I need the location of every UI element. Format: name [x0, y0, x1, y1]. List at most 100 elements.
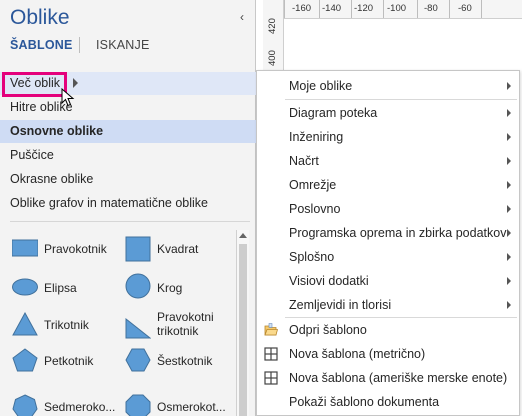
menu-item-label: Diagram poteka	[289, 106, 378, 120]
ruler-mark	[449, 0, 450, 18]
stencil-label: Oblike grafov in matematične oblike	[10, 196, 209, 210]
shape-label: Krog	[157, 281, 183, 295]
shape-label: Sedmeroko...	[44, 400, 116, 414]
ruler-mark	[319, 0, 320, 18]
menu-item-engineering[interactable]: Inženiring	[257, 125, 519, 149]
menu-item-label: Pokaži šablono dokumenta	[289, 395, 440, 409]
stencil-quick-shapes[interactable]: Hitre oblike	[0, 96, 256, 119]
horizontal-ruler: -160 -140 -120 -100 -80 -60	[284, 0, 522, 19]
stencil-label: Osnovne oblike	[10, 124, 104, 138]
submenu-arrow-icon	[507, 181, 511, 189]
shape-label: Pravokotnik	[44, 242, 107, 256]
menu-item-label: Poslovno	[289, 202, 341, 216]
menu-item-new-stencil-us[interactable]: Nova šablona (ameriške merske enote)	[257, 366, 519, 390]
ellipse-icon	[12, 278, 38, 296]
menu-item-label: Nova šablona (ameriške merske enote)	[289, 371, 508, 385]
vertical-ruler: 420 400	[263, 0, 284, 70]
submenu-arrow-icon	[507, 205, 511, 213]
menu-separator	[285, 99, 517, 100]
new-stencil-icon	[264, 347, 278, 361]
menu-item-label: Načrt	[289, 154, 319, 168]
shape-label: Petkotnik	[44, 354, 94, 368]
shape-label: trikotnik	[157, 324, 199, 338]
ruler-tick-label: -140	[322, 3, 342, 14]
scroll-thumb[interactable]	[239, 244, 247, 416]
triangle-icon	[12, 312, 38, 336]
scroll-up-icon[interactable]	[239, 233, 247, 238]
shape-label: Osmerokot...	[157, 400, 226, 414]
submenu-arrow-icon	[73, 78, 78, 88]
menu-item-label: Nova šablona (metrično)	[289, 347, 426, 361]
menu-item-flowchart[interactable]: Diagram poteka	[257, 101, 519, 125]
ruler-mark	[417, 0, 418, 18]
menu-item-my-shapes[interactable]: Moje oblike	[257, 74, 519, 98]
menu-item-label: Moje oblike	[289, 79, 353, 93]
collapse-pane-icon[interactable]: ‹	[240, 10, 244, 24]
shapes-pane: Oblike ‹ ŠABLONE ISKANJE Več oblik Hitre…	[0, 0, 256, 416]
submenu-arrow-icon	[507, 277, 511, 285]
stencil-label: Okrasne oblike	[10, 172, 94, 186]
right-triangle-icon	[125, 317, 151, 339]
octagon-icon	[125, 394, 151, 416]
menu-item-label: Splošno	[289, 250, 335, 264]
shape-label: Elipsa	[44, 281, 77, 295]
hexagon-icon	[125, 348, 151, 372]
submenu-arrow-icon	[507, 253, 511, 261]
shapes-gallery: Pravokotnik Kvadrat Elipsa Krog Trikotni…	[0, 228, 236, 416]
ruler-tick-label: 420	[267, 18, 278, 34]
pane-title: Oblike	[10, 6, 70, 29]
ruler-tick-label: -120	[354, 3, 374, 14]
ruler-mark	[481, 0, 482, 18]
ruler-mark	[383, 0, 384, 18]
new-stencil-icon	[264, 371, 278, 385]
stencil-basic-shapes[interactable]: Osnovne oblike	[0, 120, 256, 143]
ruler-mark	[284, 0, 285, 18]
submenu-arrow-icon	[507, 109, 511, 117]
submenu-arrow-icon	[507, 157, 511, 165]
menu-item-new-stencil-metric[interactable]: Nova šablona (metrično)	[257, 342, 519, 366]
circle-icon	[125, 273, 151, 299]
stencil-decorative[interactable]: Okrasne oblike	[0, 168, 256, 191]
ruler-mark	[351, 0, 352, 18]
stencil-label: Puščice	[10, 148, 54, 162]
ruler-tick-label: -60	[458, 3, 472, 14]
shape-label: Šestkotnik	[157, 354, 213, 368]
menu-item-label: Programska oprema in zbirka podatkov	[289, 226, 507, 240]
submenu-arrow-icon	[507, 133, 511, 141]
shapes-scrollbar[interactable]	[236, 230, 249, 416]
menu-item-software-database[interactable]: Programska oprema in zbirka podatkov	[257, 221, 519, 245]
menu-item-general[interactable]: Splošno	[257, 245, 519, 269]
visio-window: -160 -140 -120 -100 -80 -60 420 400 Obli…	[0, 0, 522, 416]
mouse-cursor-icon	[61, 88, 75, 107]
menu-item-label: Zemljevidi in tlorisi	[289, 298, 392, 312]
pane-divider	[10, 221, 250, 222]
more-shapes-menu: Moje oblike Diagram poteka Inženiring Na…	[256, 70, 520, 416]
menu-item-visio-extras[interactable]: Visiovi dodatki	[257, 269, 519, 293]
menu-item-show-document-stencil[interactable]: Pokaži šablono dokumenta	[257, 390, 519, 414]
rectangle-icon	[12, 239, 38, 257]
tab-search[interactable]: ISKANJE	[96, 38, 150, 52]
shape-label: Kvadrat	[157, 242, 199, 256]
shape-label: Pravokotni	[157, 310, 214, 324]
menu-item-network[interactable]: Omrežje	[257, 173, 519, 197]
submenu-arrow-icon	[507, 301, 511, 309]
menu-item-maps-floorplans[interactable]: Zemljevidi in tlorisi	[257, 293, 519, 317]
submenu-arrow-icon	[507, 229, 511, 237]
stencil-chart-math[interactable]: Oblike grafov in matematične oblike	[0, 192, 256, 215]
heptagon-icon	[12, 394, 38, 416]
square-icon	[125, 236, 151, 262]
submenu-arrow-icon	[507, 82, 511, 90]
menu-item-open-stencil[interactable]: Odpri šablono	[257, 318, 519, 342]
callout-highlight	[2, 72, 67, 97]
open-folder-icon	[264, 323, 278, 336]
menu-item-plan[interactable]: Načrt	[257, 149, 519, 173]
ruler-tick-label: -100	[387, 3, 407, 14]
pentagon-icon	[12, 348, 38, 372]
menu-item-label: Visiovi dodatki	[289, 274, 369, 288]
tab-divider	[79, 37, 80, 53]
ruler-tick-label: -160	[292, 3, 312, 14]
stencil-arrows[interactable]: Puščice	[0, 144, 256, 167]
tab-stencils[interactable]: ŠABLONE	[10, 38, 73, 52]
ruler-tick-label: 400	[267, 50, 278, 66]
menu-item-business[interactable]: Poslovno	[257, 197, 519, 221]
